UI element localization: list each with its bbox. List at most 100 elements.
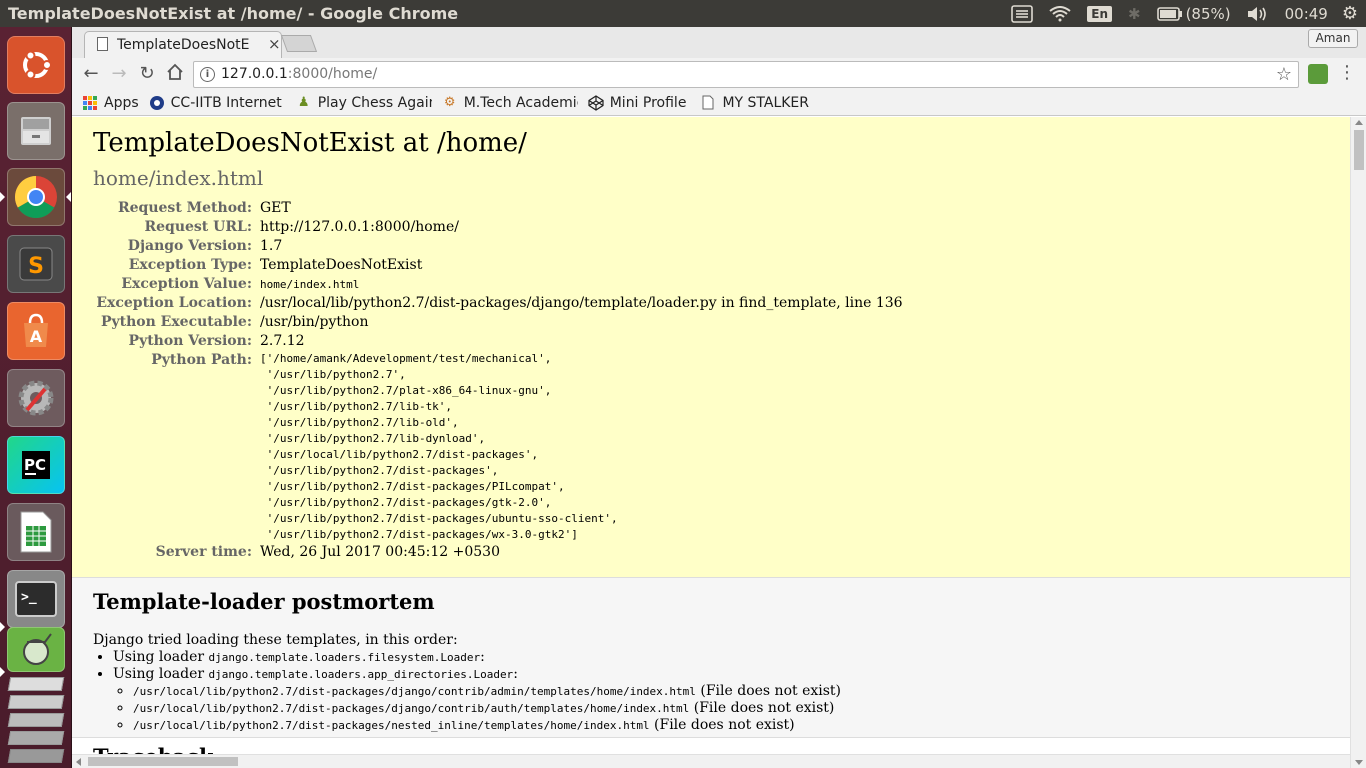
system-tray: En ✱ (85%) 00:49 ⚙	[1011, 0, 1366, 27]
meta-key: Request URL:	[144, 219, 253, 235]
sublime-text-icon[interactable]: S	[7, 235, 65, 293]
extension-icon[interactable]	[1308, 64, 1328, 84]
svg-text:PC: PC	[24, 456, 46, 474]
meta-row: Python Executable: /usr/bin/python	[93, 313, 903, 332]
meta-key: Python Version:	[128, 333, 252, 349]
meta-key: Django Version:	[127, 238, 252, 254]
python-path-list: ['/home/amank/Adevelopment/test/mechanic…	[260, 352, 618, 541]
pycharm-icon[interactable]: PC	[7, 436, 65, 494]
bookmark-mtech-academic[interactable]: ⚙ M.Tech Academic	[442, 95, 578, 111]
terminal-icon[interactable]: >_	[7, 570, 65, 628]
libreoffice-calc-icon[interactable]	[7, 503, 65, 561]
tried-file: /usr/local/lib/python2.7/dist-packages/d…	[133, 700, 1329, 717]
svg-text:>_: >_	[21, 590, 37, 605]
tried-files-list: /usr/local/lib/python2.7/dist-packages/d…	[113, 683, 1329, 734]
running-indicator	[0, 192, 5, 202]
tried-file-path: /usr/local/lib/python2.7/dist-packages/d…	[133, 685, 696, 698]
meta-value: 2.7.12	[260, 333, 305, 349]
forward-arrow-icon[interactable]: →	[108, 63, 130, 85]
messaging-menu-icon[interactable]	[1011, 4, 1034, 23]
google-chrome-icon[interactable]	[7, 168, 65, 226]
battery-icon	[1156, 6, 1182, 21]
loader-name: django.template.loaders.app_directories.…	[208, 668, 514, 681]
new-tab-button[interactable]	[280, 35, 318, 52]
meta-row: Exception Type: TemplateDoesNotExist	[93, 256, 903, 275]
window-title: TemplateDoesNotExist at /home/ - Google …	[8, 4, 459, 23]
bookmark-label: Mini Profile	[609, 94, 687, 111]
meta-row: Python Version: 2.7.12	[93, 332, 903, 351]
meta-key: Request Method:	[118, 200, 252, 216]
error-title: TemplateDoesNotExist at /home/	[93, 128, 527, 158]
keyboard-layout-indicator[interactable]: En	[1087, 5, 1112, 22]
meta-key: Server time:	[155, 544, 252, 560]
scroll-up-arrow-icon[interactable]	[1355, 120, 1363, 125]
wifi-icon[interactable]	[1049, 5, 1071, 22]
error-subtitle: home/index.html	[93, 166, 264, 190]
settings-gear-icon[interactable]: ⚙	[1342, 3, 1358, 24]
reload-icon[interactable]: ↻	[136, 63, 158, 85]
launcher-overflow-stack[interactable]	[7, 677, 65, 765]
ubuntu-software-icon[interactable]: A	[7, 302, 65, 360]
meta-row: Python Path: ['/home/amank/Adevelopment/t…	[93, 351, 903, 543]
loader-prefix: Using loader	[113, 666, 205, 682]
scroll-left-arrow-icon[interactable]	[76, 758, 81, 766]
tried-file-status: (File does not exist)	[700, 683, 842, 699]
meta-value: 1.7	[260, 238, 283, 254]
scroll-down-arrow-icon[interactable]	[1355, 760, 1363, 765]
meta-value: ['/home/amank/Adevelopment/test/mechanic…	[260, 351, 903, 543]
bookmark-cc-iitb[interactable]: CC-IITB Internet	[149, 95, 282, 111]
meta-row: Request Method: GET	[93, 199, 903, 218]
page-content: TemplateDoesNotExist at /home/ home/inde…	[72, 117, 1350, 754]
files-icon[interactable]	[7, 102, 65, 160]
meta-row: Server time: Wed, 26 Jul 2017 00:45:12 +0…	[93, 543, 903, 562]
page-icon	[700, 95, 716, 111]
running-indicator	[0, 622, 5, 632]
vertical-scroll-thumb[interactable]	[1354, 130, 1364, 170]
page-icon	[97, 37, 108, 51]
back-arrow-icon[interactable]: ←	[80, 63, 102, 85]
site-info-icon[interactable]: i	[200, 67, 215, 82]
close-tab-icon[interactable]: ×	[268, 35, 281, 53]
meta-value: /usr/local/lib/python2.7/dist-packages/d…	[260, 295, 903, 311]
chess-pawn-icon: ♟	[297, 95, 310, 110]
tried-file-status: (File does not exist)	[654, 717, 795, 733]
bookmarks-bar: Apps CC-IITB Internet ♟ Play Chess Again…	[72, 90, 1366, 116]
horizontal-scrollbar[interactable]	[72, 754, 1350, 768]
top-panel: TemplateDoesNotExist at /home/ - Google …	[0, 0, 1366, 27]
iitb-icon	[149, 95, 165, 111]
bookmark-mini-profile[interactable]: Mini Profile	[588, 94, 687, 111]
clock[interactable]: 00:49	[1285, 5, 1328, 23]
ubuntu-dash-icon[interactable]	[7, 36, 65, 94]
bookmark-play-chess[interactable]: ♟ Play Chess Again	[296, 95, 432, 111]
url-text[interactable]: 127.0.0.1:8000/home/	[221, 66, 377, 82]
url-host: 127.0.0.1	[221, 66, 288, 82]
codepen-icon	[588, 94, 604, 111]
system-settings-icon[interactable]	[7, 369, 65, 427]
loader-name: django.template.loaders.filesystem.Loade…	[208, 651, 481, 664]
browser-menu-icon[interactable]: ⋮	[1338, 62, 1356, 83]
address-bar[interactable]: i 127.0.0.1:8000/home/ ☆	[193, 61, 1299, 88]
bookmark-star-icon[interactable]: ☆	[1276, 64, 1292, 85]
bookmark-label: Play Chess Again	[317, 94, 432, 111]
home-icon[interactable]	[164, 63, 186, 85]
volume-icon[interactable]	[1247, 6, 1269, 22]
android-studio-icon[interactable]	[7, 627, 65, 672]
meta-key: Exception Location:	[96, 295, 252, 311]
svg-text:S: S	[28, 254, 44, 279]
meta-row: Exception Location: /usr/local/lib/python…	[93, 294, 903, 313]
bookmark-my-stalker[interactable]: MY STALKER	[700, 95, 809, 111]
tried-file-status: (File does not exist)	[693, 700, 835, 716]
loader-item: Using loader django.template.loaders.app…	[113, 666, 1329, 734]
bluetooth-icon[interactable]: ✱	[1128, 5, 1141, 23]
battery-indicator[interactable]: (85%)	[1156, 5, 1231, 23]
meta-value: Wed, 26 Jul 2017 00:45:12 +0530	[260, 544, 500, 560]
bookmark-label: MY STALKER	[722, 94, 810, 111]
loader-item: Using loader django.template.loaders.fil…	[113, 649, 1329, 666]
profile-button[interactable]: Aman	[1308, 29, 1358, 48]
vertical-scrollbar[interactable]	[1350, 117, 1366, 768]
horizontal-scroll-thumb[interactable]	[88, 757, 238, 766]
bookmark-apps[interactable]: Apps	[82, 95, 139, 111]
active-tab[interactable]: TemplateDoesNotExist at /home/ ×	[84, 31, 282, 58]
loader-colon: :	[480, 649, 485, 665]
meta-row: Django Version: 1.7	[93, 237, 903, 256]
